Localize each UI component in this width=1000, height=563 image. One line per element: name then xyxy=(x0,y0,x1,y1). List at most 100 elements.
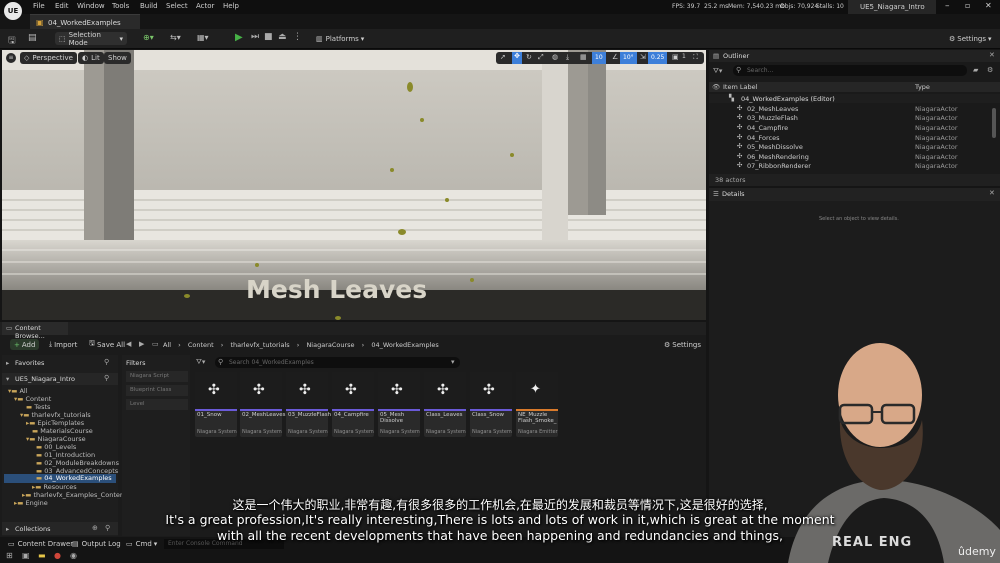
folder-icon[interactable]: ▭ xyxy=(152,340,159,348)
filter-icon[interactable]: ⛛▾ xyxy=(713,67,722,76)
scale-tool-icon[interactable]: ⤢ xyxy=(538,53,544,62)
surface-snap-icon[interactable]: ⤓ xyxy=(566,53,569,62)
asset-tile[interactable]: ✣ 01_Snow Niagara System xyxy=(195,372,237,437)
filter-blueprint-class[interactable]: Blueprint Class xyxy=(126,385,188,396)
minimize-icon[interactable]: – xyxy=(945,1,950,11)
skip-icon[interactable]: ⏭ xyxy=(251,32,259,42)
breadcrumb-item[interactable]: All xyxy=(163,341,171,349)
settings-dropdown[interactable]: ⚙ Settings ▾ xyxy=(945,32,995,45)
tree-item-all[interactable]: ▾▬ All xyxy=(8,387,28,395)
asset-search-input[interactable]: ⚲ Search 04_WorkedExamples ▾ xyxy=(215,357,460,368)
content-browser-tab[interactable]: ▭ Content Browse... xyxy=(2,322,68,340)
select-tool-icon[interactable]: ➚ xyxy=(500,53,506,61)
perspective-button[interactable]: ◇ Perspective xyxy=(20,52,77,64)
menu-file[interactable]: File xyxy=(33,2,45,10)
maximize-icon[interactable]: ▫ xyxy=(965,1,970,10)
table-row[interactable]: ✣ 06_MeshRendering NiagaraActor xyxy=(709,152,1000,161)
visibility-icon[interactable]: 👁 xyxy=(712,83,720,91)
camera-speed-value[interactable]: 1 xyxy=(682,53,686,60)
menu-select[interactable]: Select xyxy=(166,2,188,10)
world-space-icon[interactable]: ◍ xyxy=(552,53,558,61)
breadcrumb-item[interactable]: NiagaraCourse xyxy=(306,341,354,349)
breadcrumb-item[interactable]: 04_WorkedExamples xyxy=(371,341,438,349)
table-row[interactable]: ✣ 07_RibbonRenderer NiagaraActor xyxy=(709,161,1000,170)
play-icon[interactable]: ▶ xyxy=(235,32,243,43)
breadcrumb-item[interactable]: tharlevfx_tutorials xyxy=(230,341,289,349)
asset-tile[interactable]: ✣ Class_Leaves Niagara System xyxy=(424,372,466,437)
settings-icon[interactable]: ⚙ xyxy=(987,66,993,74)
close-icon[interactable]: ✕ xyxy=(989,51,995,59)
platforms-dropdown[interactable]: ▥ Platforms ▾ xyxy=(312,32,368,45)
outliner-search-input[interactable]: ⚲ Search... xyxy=(733,65,967,76)
level-viewport[interactable]: ≡ ◇ Perspective ◐ Lit Show ➚ ✥ ↻ ⤢ ◍ ⤓ ▦… xyxy=(2,50,706,320)
tree-item-resources[interactable]: ▸▬ Resources xyxy=(32,483,77,491)
table-row[interactable]: ✣ 02_MeshLeaves NiagaraActor xyxy=(709,104,1000,113)
asset-tile[interactable]: ✣ 02_MeshLeaves Niagara System xyxy=(240,372,285,437)
outliner-scrollbar[interactable] xyxy=(992,108,996,138)
save-all-button[interactable]: 🖫 Save All xyxy=(85,339,129,350)
search-icon[interactable]: ⚲ xyxy=(104,358,109,366)
save-icon[interactable]: 🖫 xyxy=(8,33,16,49)
explorer-icon[interactable]: ▬ xyxy=(38,551,46,560)
asset-tile[interactable]: ✦ NE_Muzzle Flash_Smoke_ Niagara Emitter xyxy=(516,372,558,437)
angle-snap-value[interactable]: 10° xyxy=(620,52,637,64)
table-row[interactable]: ✣ 03_MuzzleFlash NiagaraActor xyxy=(709,113,1000,122)
tree-item-tests[interactable]: ▬ Tests xyxy=(26,403,50,411)
favorites-header[interactable]: ▸ Favorites ⚲ xyxy=(2,357,118,369)
angle-snap-icon[interactable]: ∠ xyxy=(612,53,618,61)
content-icon[interactable]: ▤ xyxy=(28,33,37,43)
tree-item-niagaracourse[interactable]: ▾▬ NiagaraCourse xyxy=(26,435,86,443)
tree-item-tharlevfx[interactable]: ▾▬ tharlevfx_tutorials xyxy=(20,411,91,419)
camera-speed-icon[interactable]: ▣ xyxy=(672,53,679,61)
selection-mode-dropdown[interactable]: ⬚ Selection Mode ▾ xyxy=(55,31,127,47)
forward-icon[interactable]: ▶ xyxy=(139,340,144,348)
menu-edit[interactable]: Edit xyxy=(55,2,69,10)
asset-tile[interactable]: ✣ 04_Campfire Niagara System xyxy=(332,372,374,437)
add-actor-icon[interactable]: ⊕▾ xyxy=(143,33,154,42)
asset-tile[interactable]: ✣ 05_Mesh Dissolve Niagara System xyxy=(378,372,420,437)
move-tool-icon[interactable]: ✥ xyxy=(512,52,522,64)
scale-snap-value[interactable]: 0.25 xyxy=(648,52,668,64)
back-icon[interactable]: ◀ xyxy=(126,340,131,348)
close-icon[interactable]: ✕ xyxy=(985,1,992,10)
unreal-logo-icon[interactable]: UE xyxy=(4,2,22,20)
rotate-tool-icon[interactable]: ↻ xyxy=(526,53,532,61)
tree-item-modulebreakdowns[interactable]: ▬ 02_ModuleBreakdowns xyxy=(36,459,119,467)
menu-window[interactable]: Window xyxy=(77,2,105,10)
grid-snap-value[interactable]: 10 xyxy=(592,52,606,64)
level-tab[interactable]: ▣ 04_WorkedExamples xyxy=(30,14,140,30)
tree-item-workedexamples[interactable]: ▬ 04_WorkedExamples xyxy=(4,474,116,483)
import-button[interactable]: ⤓ Import xyxy=(45,339,81,350)
menu-tools[interactable]: Tools xyxy=(112,2,129,10)
breadcrumb-item[interactable]: Content xyxy=(188,341,214,349)
close-icon[interactable]: ✕ xyxy=(989,189,995,197)
menu-build[interactable]: Build xyxy=(140,2,158,10)
tree-item-levels[interactable]: ▬ 00_Levels xyxy=(36,443,76,451)
table-row[interactable]: ✣ 04_Campfire NiagaraActor xyxy=(709,123,1000,132)
tree-item-materialscourse[interactable]: ▬ MaterialsCourse xyxy=(32,427,93,435)
taskbar-app-icon[interactable]: ▣ xyxy=(22,551,30,560)
stop-icon[interactable]: ■ xyxy=(264,32,273,42)
eject-icon[interactable]: ⏏ xyxy=(278,32,287,42)
browser-icon[interactable]: ● xyxy=(54,551,61,560)
column-type[interactable]: Type xyxy=(915,83,930,91)
filter-icon[interactable]: ⛛▾ xyxy=(196,358,205,367)
show-button[interactable]: Show xyxy=(104,52,131,64)
menu-help[interactable]: Help xyxy=(223,2,239,10)
menu-actor[interactable]: Actor xyxy=(196,2,214,10)
asset-tile[interactable]: ✣ 03_MuzzleFlash Niagara System xyxy=(286,372,331,437)
tree-item-introduction[interactable]: ▬ 01_Introduction xyxy=(36,451,95,459)
project-header[interactable]: ▾ UE5_Niagara_Intro ⚲ xyxy=(2,373,118,385)
outliner-root-row[interactable]: ▚ 04_WorkedExamples (Editor) xyxy=(709,94,1000,103)
filter-level[interactable]: Level xyxy=(126,399,188,410)
blueprint-icon[interactable]: ⇆▾ xyxy=(170,33,181,42)
maximize-viewport-icon[interactable]: ⛶ xyxy=(693,53,698,62)
asset-tile[interactable]: ✣ Class_Snow Niagara System xyxy=(470,372,512,437)
cinematics-icon[interactable]: ▦▾ xyxy=(197,33,209,42)
filter-niagara-script[interactable]: Niagara Script xyxy=(126,371,188,382)
unreal-taskbar-icon[interactable]: ◉ xyxy=(70,551,77,560)
add-button[interactable]: + Add xyxy=(10,339,40,350)
windows-start-icon[interactable]: ⊞ xyxy=(6,551,13,560)
search-icon[interactable]: ⚲ xyxy=(104,374,109,382)
cb-settings-button[interactable]: ⚙ Settings xyxy=(660,339,705,350)
